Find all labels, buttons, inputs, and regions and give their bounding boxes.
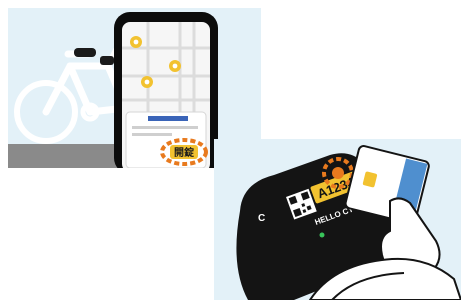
- map-pin-icon[interactable]: [130, 36, 142, 48]
- map-pin-icon[interactable]: [141, 76, 153, 88]
- lock-side-letter: C: [258, 213, 265, 224]
- map-pin-icon[interactable]: [169, 60, 181, 72]
- status-light-icon: [319, 232, 325, 238]
- unlock-button-label: 開錠: [174, 146, 194, 159]
- lock-and-card-illustration: C A1234 HELLO CYCLING: [236, 145, 461, 300]
- bike-saddle: [74, 48, 96, 57]
- station-detail-line: [132, 126, 198, 129]
- bottom-illustration-panel: C A1234 HELLO CYCLING: [214, 139, 461, 300]
- station-name-line: [148, 116, 188, 121]
- bike-handle: [100, 56, 114, 65]
- station-detail-line: [132, 133, 172, 136]
- card-reader-icon[interactable]: [332, 167, 344, 179]
